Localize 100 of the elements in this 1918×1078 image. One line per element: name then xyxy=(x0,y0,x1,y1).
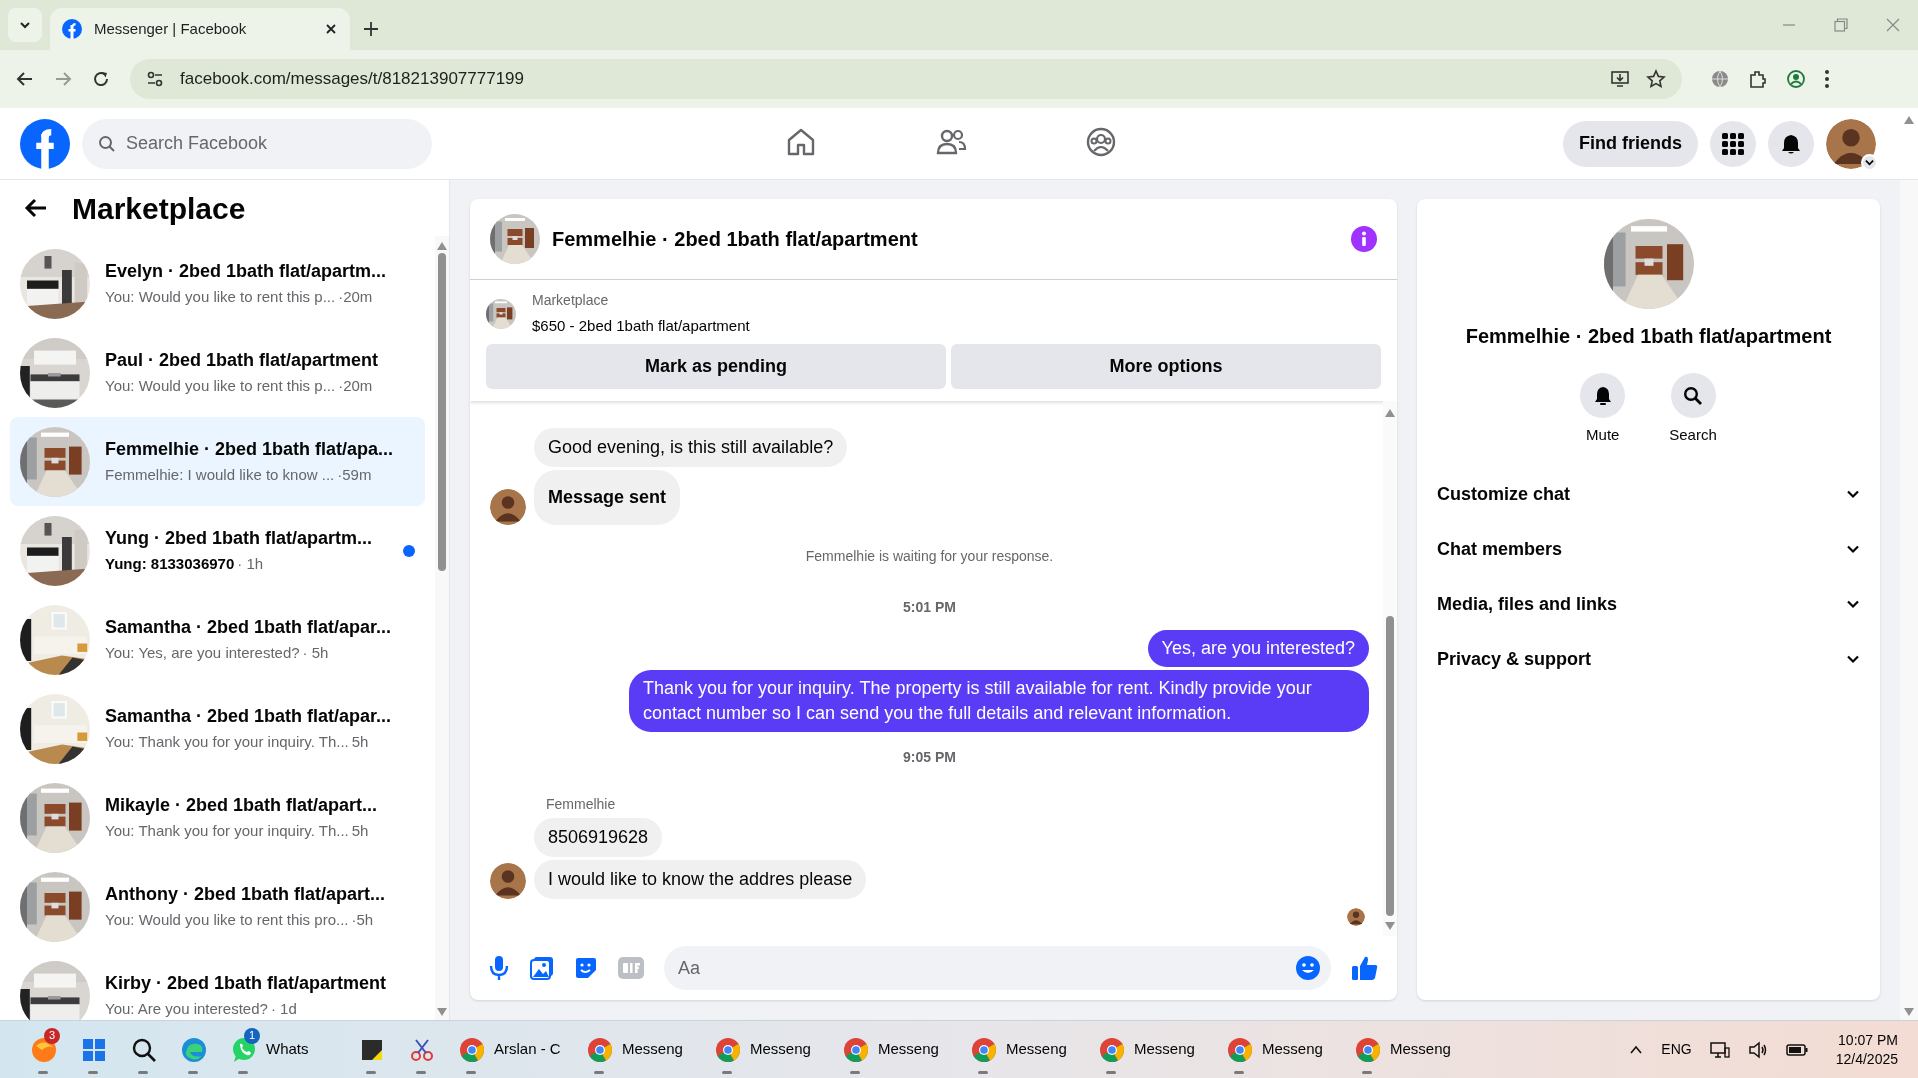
taskbar-label: Messeng xyxy=(1006,1039,1067,1060)
star-icon[interactable] xyxy=(1646,69,1666,89)
browser-icon xyxy=(458,1035,486,1064)
listing-title: $650 - 2bed 1bath flat/apartment xyxy=(532,316,750,336)
sender-name: Femmelhie xyxy=(546,796,616,812)
sidebar-title: Marketplace xyxy=(72,190,246,227)
url-text: facebook.com/messages/t/818213907777199 xyxy=(180,68,526,91)
bell-icon xyxy=(1592,385,1613,406)
browser-icon xyxy=(842,1035,870,1064)
sticker-icon[interactable] xyxy=(574,956,598,980)
back-icon[interactable] xyxy=(16,70,34,88)
message-preview: Femmelhie: I would like to know ... xyxy=(105,465,335,486)
taskbar-label: Messeng xyxy=(1390,1039,1451,1060)
conversation-title: Yung · 2bed 1bath flat/apartm... xyxy=(105,527,374,551)
volume-icon[interactable] xyxy=(1747,1039,1768,1060)
taskbar-item[interactable]: Messeng xyxy=(836,1024,964,1075)
section-header[interactable]: Media, files and links xyxy=(1437,576,1860,632)
timestamp: ·20m xyxy=(338,287,373,308)
taskbar-item[interactable]: 3 xyxy=(24,1024,64,1075)
taskbar-item[interactable]: Messeng xyxy=(580,1024,708,1075)
action-label: Mute xyxy=(1586,425,1620,445)
search-field[interactable]: Search Facebook xyxy=(82,118,432,169)
browser-tab[interactable]: Messenger | Facebook xyxy=(50,8,350,50)
language-indicator[interactable]: ENG xyxy=(1661,1039,1692,1060)
section-header[interactable]: Chat members xyxy=(1437,521,1860,577)
scroll-down-icon[interactable] xyxy=(437,1008,447,1016)
message-preview: You: Thank you for your inquiry. Th... xyxy=(105,732,349,753)
scroll-down-icon[interactable] xyxy=(1385,922,1395,930)
more-icon[interactable] xyxy=(1824,69,1830,89)
groups-icon[interactable] xyxy=(1085,126,1117,158)
timestamp: 5h xyxy=(351,732,369,753)
conversation-item[interactable]: Femmelhie · 2bed 1bath flat/apa... Femmelhie: I would like to know ... ·59m xyxy=(10,417,425,506)
scrollbar-thumb[interactable] xyxy=(1386,616,1394,916)
scroll-up-icon[interactable] xyxy=(437,242,447,250)
notifications-button[interactable] xyxy=(1768,120,1814,167)
clock-time[interactable]: 10:07 PM xyxy=(1838,1030,1898,1050)
taskbar-item[interactable]: Messeng xyxy=(708,1024,836,1075)
mute-button[interactable] xyxy=(1580,373,1626,418)
avatar xyxy=(1826,118,1876,169)
section-header[interactable]: Privacy & support xyxy=(1437,631,1860,687)
new-tab-icon[interactable] xyxy=(362,20,380,38)
search-icon xyxy=(1683,385,1703,406)
action-button[interactable]: Mark as pending xyxy=(486,343,946,389)
section-header[interactable]: Customize chat xyxy=(1437,466,1860,522)
browser-icon xyxy=(1226,1035,1254,1064)
timestamp: ·59m xyxy=(337,465,372,486)
browser-icon xyxy=(970,1035,998,1064)
reload-icon[interactable] xyxy=(92,70,110,88)
action-button[interactable]: More options xyxy=(951,343,1381,389)
conversation-title: Samantha · 2bed 1bath flat/apar... xyxy=(105,616,393,640)
network-icon[interactable] xyxy=(1709,1039,1730,1060)
taskbar-item[interactable]: Messeng xyxy=(1348,1024,1476,1075)
timestamp: · 1d xyxy=(270,999,297,1020)
image-icon[interactable] xyxy=(530,956,554,980)
message-bubble: Message sent xyxy=(534,470,681,525)
taskbar-item[interactable]: Arslan - C xyxy=(452,1024,580,1075)
avatar xyxy=(490,489,526,525)
scroll-up-icon[interactable] xyxy=(1385,408,1395,417)
search-icon xyxy=(98,134,116,153)
microphone-icon[interactable] xyxy=(488,955,510,981)
chat-title: Femmelhie · 2bed 1bath flat/apartment xyxy=(552,227,919,252)
scroll-up-icon[interactable] xyxy=(1904,116,1914,124)
menu-button[interactable] xyxy=(1710,120,1756,167)
home-icon[interactable] xyxy=(785,126,817,158)
conversation-title: Paul · 2bed 1bath flat/apartment xyxy=(105,349,380,373)
back-arrow-icon[interactable] xyxy=(24,196,48,220)
thumbs-up-icon[interactable] xyxy=(1351,954,1379,982)
address-bar[interactable]: facebook.com/messages/t/818213907777199 xyxy=(130,59,1682,99)
close-icon[interactable] xyxy=(324,22,338,36)
taskbar-label: Messeng xyxy=(750,1039,811,1060)
taskbar-item[interactable]: Messeng xyxy=(1092,1024,1220,1075)
clock-date[interactable]: 12/4/2025 xyxy=(1835,1049,1898,1069)
timestamp: · 1h xyxy=(237,554,264,575)
restore-icon[interactable] xyxy=(1834,18,1848,32)
extensions-icon[interactable] xyxy=(1748,69,1768,89)
emoji-icon[interactable] xyxy=(1295,955,1321,981)
info-icon[interactable] xyxy=(1351,226,1377,252)
message-field[interactable]: Aa xyxy=(664,946,1331,990)
taskbar-item[interactable]: 1 Whats xyxy=(224,1024,352,1075)
site-settings-icon[interactable] xyxy=(146,70,164,88)
conversation-title: Anthony · 2bed 1bath flat/apart... xyxy=(105,883,387,907)
scroll-down-icon[interactable] xyxy=(1904,1008,1914,1016)
globe-icon[interactable] xyxy=(1710,69,1730,89)
logo-icon[interactable] xyxy=(20,118,70,169)
search-button[interactable] xyxy=(1670,373,1716,418)
taskbar-label: Messeng xyxy=(622,1039,683,1060)
taskbar-label: Messeng xyxy=(1262,1039,1323,1060)
install-icon[interactable] xyxy=(1610,69,1630,89)
taskbar-item[interactable]: Messeng xyxy=(1220,1024,1348,1075)
taskbar-item[interactable]: Messeng xyxy=(964,1024,1092,1075)
timestamp: ·5h xyxy=(351,910,374,931)
message-bubble: Good evening, is this still available? xyxy=(534,428,848,467)
bell-icon xyxy=(1780,132,1802,155)
conversation-title: Samantha · 2bed 1bath flat/apar... xyxy=(105,705,393,729)
find-friends-button[interactable]: Find friends xyxy=(1563,120,1698,167)
browser-icon xyxy=(1098,1035,1126,1064)
profile-icon[interactable] xyxy=(1786,69,1806,89)
scrollbar-thumb[interactable] xyxy=(438,253,446,571)
message-bubble: Yes, are you interested? xyxy=(1147,630,1369,667)
browser-icon xyxy=(180,1035,208,1064)
